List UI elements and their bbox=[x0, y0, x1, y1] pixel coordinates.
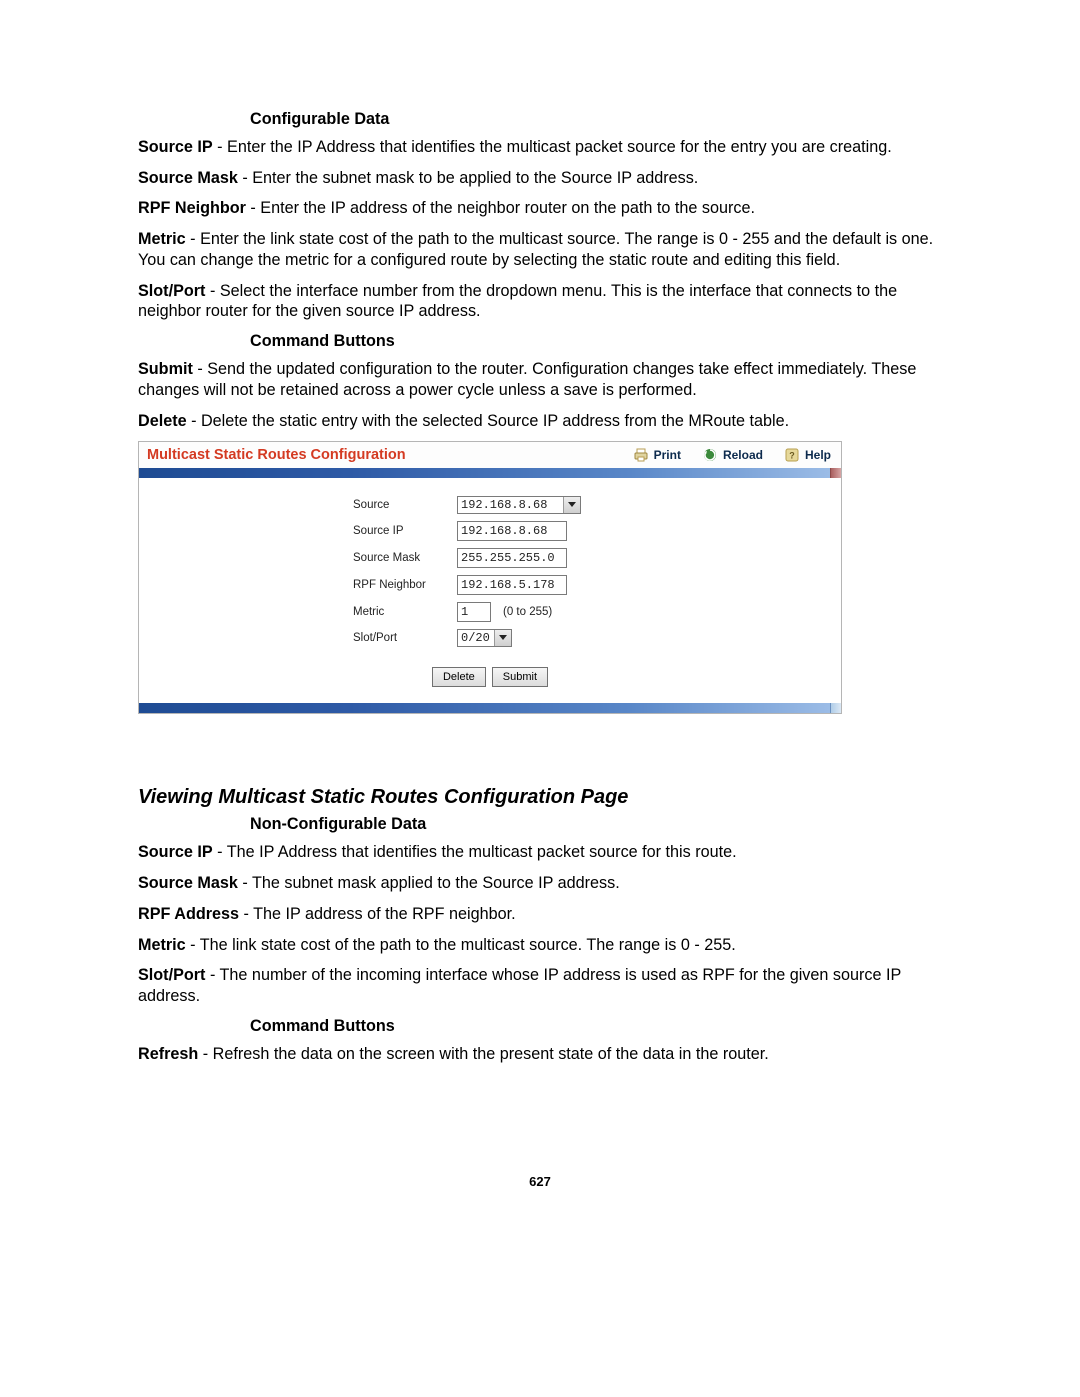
label-metric: Metric bbox=[139, 606, 449, 618]
label-source-mask: Source Mask bbox=[139, 552, 449, 564]
desc2-source-ip: Source IP - The IP Address that identifi… bbox=[138, 842, 942, 863]
label-slot-port: Slot/Port bbox=[139, 632, 449, 644]
desc2-source-mask: Source Mask - The subnet mask applied to… bbox=[138, 873, 942, 894]
rpf-neighbor-field[interactable]: 192.168.5.178 bbox=[457, 575, 567, 595]
desc2-rpf-address: RPF Address - The IP address of the RPF … bbox=[138, 904, 942, 925]
panel-title: Multicast Static Routes Configuration bbox=[147, 447, 634, 463]
desc-rpf-neighbor: RPF Neighbor - Enter the IP address of t… bbox=[138, 198, 942, 219]
desc-refresh: Refresh - Refresh the data on the screen… bbox=[138, 1044, 942, 1065]
desc-submit: Submit - Send the updated configuration … bbox=[138, 359, 942, 400]
source-select[interactable]: 192.168.8.68 bbox=[457, 496, 581, 514]
reload-button[interactable]: Reload bbox=[703, 448, 763, 462]
heading-configurable-data: Configurable Data bbox=[250, 110, 942, 129]
source-mask-field[interactable]: 255.255.255.0 bbox=[457, 548, 567, 568]
gradient-bar-bottom bbox=[139, 703, 841, 713]
print-icon bbox=[634, 448, 650, 462]
delete-button[interactable]: Delete bbox=[432, 667, 486, 687]
desc2-slot-port: Slot/Port - The number of the incoming i… bbox=[138, 965, 942, 1006]
label-source: Source bbox=[139, 499, 449, 511]
heading-viewing-page: Viewing Multicast Static Routes Configur… bbox=[138, 786, 942, 809]
slot-port-select[interactable]: 0/20 bbox=[457, 629, 512, 647]
help-icon: ? bbox=[785, 448, 801, 462]
desc-delete: Delete - Delete the static entry with th… bbox=[138, 411, 942, 432]
desc-source-ip: Source IP - Enter the IP Address that id… bbox=[138, 137, 942, 158]
heading-command-buttons-1: Command Buttons bbox=[250, 332, 942, 351]
desc-source-mask: Source Mask - Enter the subnet mask to b… bbox=[138, 168, 942, 189]
label-source-ip: Source IP bbox=[139, 525, 449, 537]
submit-button[interactable]: Submit bbox=[492, 667, 548, 687]
desc2-metric: Metric - The link state cost of the path… bbox=[138, 935, 942, 956]
print-button[interactable]: Print bbox=[634, 448, 681, 462]
gradient-bar-top bbox=[139, 468, 841, 478]
source-ip-field[interactable]: 192.168.8.68 bbox=[457, 521, 567, 541]
heading-command-buttons-2: Command Buttons bbox=[250, 1017, 942, 1036]
config-panel: Multicast Static Routes Configuration Pr… bbox=[138, 441, 842, 714]
desc-slot-port: Slot/Port - Select the interface number … bbox=[138, 281, 942, 322]
heading-non-configurable-data: Non-Configurable Data bbox=[250, 815, 942, 834]
label-rpf-neighbor: RPF Neighbor bbox=[139, 579, 449, 591]
metric-field[interactable]: 1 bbox=[457, 602, 491, 622]
chevron-down-icon bbox=[563, 497, 580, 513]
page-number: 627 bbox=[138, 1174, 942, 1189]
svg-text:?: ? bbox=[789, 451, 795, 461]
reload-icon bbox=[703, 448, 719, 462]
desc-metric: Metric - Enter the link state cost of th… bbox=[138, 229, 942, 270]
help-button[interactable]: ? Help bbox=[785, 448, 831, 462]
metric-range-label: (0 to 255) bbox=[497, 606, 552, 618]
chevron-down-icon bbox=[494, 630, 511, 646]
